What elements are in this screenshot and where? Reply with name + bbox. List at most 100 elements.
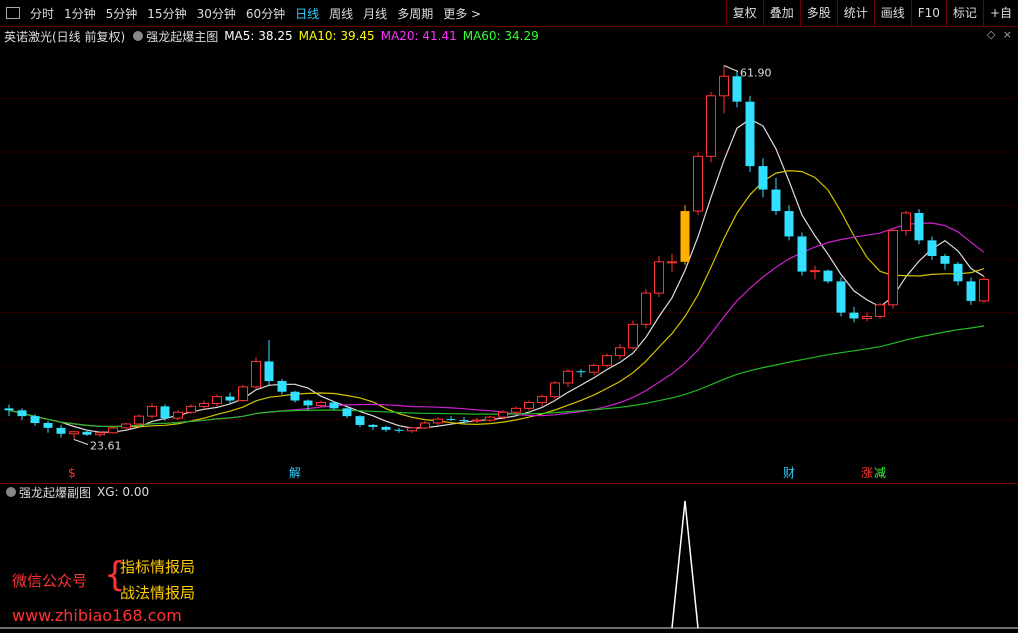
candle [472, 418, 482, 423]
candle [953, 261, 963, 286]
candle-body [563, 370, 573, 384]
candle [433, 417, 443, 425]
candle-body [771, 189, 781, 212]
main-chart[interactable]: 61.90 23.61 $ 解 财 涨减 [0, 45, 1018, 483]
tool-button-6[interactable]: 标记 [945, 0, 983, 26]
candle-body [667, 261, 677, 264]
ma-labels: MA5: 38.25 MA10: 39.45 MA20: 41.41 MA60: 34… [224, 29, 545, 43]
indicator-dot-icon[interactable] [133, 31, 144, 41]
candle-body [407, 427, 417, 432]
candle [875, 302, 885, 319]
candle-body [862, 316, 872, 319]
period-tab-3[interactable]: 15分钟 [142, 5, 191, 22]
candle [342, 407, 352, 419]
period-tab-8[interactable]: 月线 [358, 5, 392, 22]
candle [537, 394, 547, 407]
high-pointer [723, 65, 739, 72]
period-tab-10[interactable]: 更多 > [438, 5, 486, 22]
candle [641, 289, 651, 329]
candle-body [199, 402, 209, 407]
candle-body [329, 402, 339, 409]
period-tab-6[interactable]: 日线 [290, 5, 324, 22]
candle [693, 152, 703, 215]
candle-body [602, 355, 612, 366]
candle-body [108, 427, 118, 434]
tool-button-1[interactable]: 叠加 [762, 0, 800, 26]
candle [927, 236, 937, 260]
period-tab-9[interactable]: 多周期 [392, 5, 438, 22]
period-tab-5[interactable]: 60分钟 [241, 5, 290, 22]
candle [4, 404, 14, 417]
period-tab-2[interactable]: 5分钟 [101, 5, 143, 22]
tool-button-2[interactable]: 多股 [799, 0, 837, 26]
candle-body [823, 270, 833, 282]
watermark-line4: www.zhibiao168.com [12, 606, 182, 625]
candle-body [836, 281, 846, 313]
window-icon[interactable] [6, 7, 20, 19]
candle [173, 410, 183, 421]
period-tab-4[interactable]: 30分钟 [192, 5, 241, 22]
candle-body [693, 155, 703, 212]
candle-body [680, 211, 690, 262]
diamond-icon[interactable]: ◇ [987, 28, 995, 41]
candle [160, 404, 170, 422]
candle [706, 91, 716, 163]
candle-body [43, 423, 53, 428]
tool-button-4[interactable]: 画线 [873, 0, 911, 26]
xg-value: XG: 0.00 [97, 485, 150, 499]
period-tab-7[interactable]: 周线 [324, 5, 358, 22]
event-marker: 减 [874, 466, 886, 480]
ma-label-0: MA5: 38.25 [224, 29, 293, 43]
candle [121, 423, 131, 429]
candle-body [290, 391, 300, 401]
candle-body [732, 76, 742, 102]
candle [602, 353, 612, 368]
candle [56, 424, 66, 438]
ma5-line [8, 118, 985, 433]
sub-indicator-name[interactable]: 强龙起爆副图 [19, 484, 91, 501]
tool-button-5[interactable]: F10 [910, 0, 946, 26]
candle-body [134, 415, 144, 425]
candle-body [264, 361, 274, 381]
event-marker: 解 [289, 466, 301, 480]
candle-body [160, 406, 170, 419]
period-tab-1[interactable]: 1分钟 [59, 5, 101, 22]
candle-body [550, 382, 560, 398]
candle [901, 211, 911, 236]
candle [69, 430, 79, 440]
low-pointer [73, 439, 89, 445]
candle-body [628, 323, 638, 349]
candle-body [784, 211, 794, 237]
candle-body [940, 255, 950, 264]
tool-button-3[interactable]: 统计 [836, 0, 874, 26]
candle [186, 404, 196, 415]
candle-body [654, 261, 664, 294]
candle-body [966, 281, 976, 301]
candle [550, 381, 560, 399]
candle-body [485, 416, 495, 421]
candle-body [927, 240, 937, 256]
xg-spike [671, 500, 699, 629]
sub-indicator-dot-icon[interactable] [6, 487, 16, 497]
candle [485, 416, 495, 423]
candle [355, 415, 365, 427]
candle-body [56, 427, 66, 434]
candle-body [30, 416, 40, 423]
tool-button-0[interactable]: 复权 [725, 0, 763, 26]
candle [862, 312, 872, 322]
ma-label-1: MA10: 39.45 [298, 29, 375, 43]
candle [95, 431, 105, 437]
candle [849, 306, 859, 323]
candle [381, 425, 391, 432]
low-label: 23.61 [90, 440, 122, 453]
close-icon[interactable]: × [1003, 28, 1012, 41]
main-indicator-name[interactable]: 强龙起爆主图 [146, 28, 218, 45]
candle-body [914, 213, 924, 241]
high-label: 61.90 [740, 67, 772, 80]
candle-body [225, 396, 235, 401]
period-tab-0[interactable]: 分时 [25, 5, 59, 22]
candle-body [901, 212, 911, 232]
candle [524, 400, 534, 411]
sub-info-bar: 强龙起爆副图 XG: 0.00 [0, 483, 1018, 500]
tool-button-7[interactable]: +自 [982, 0, 1018, 26]
